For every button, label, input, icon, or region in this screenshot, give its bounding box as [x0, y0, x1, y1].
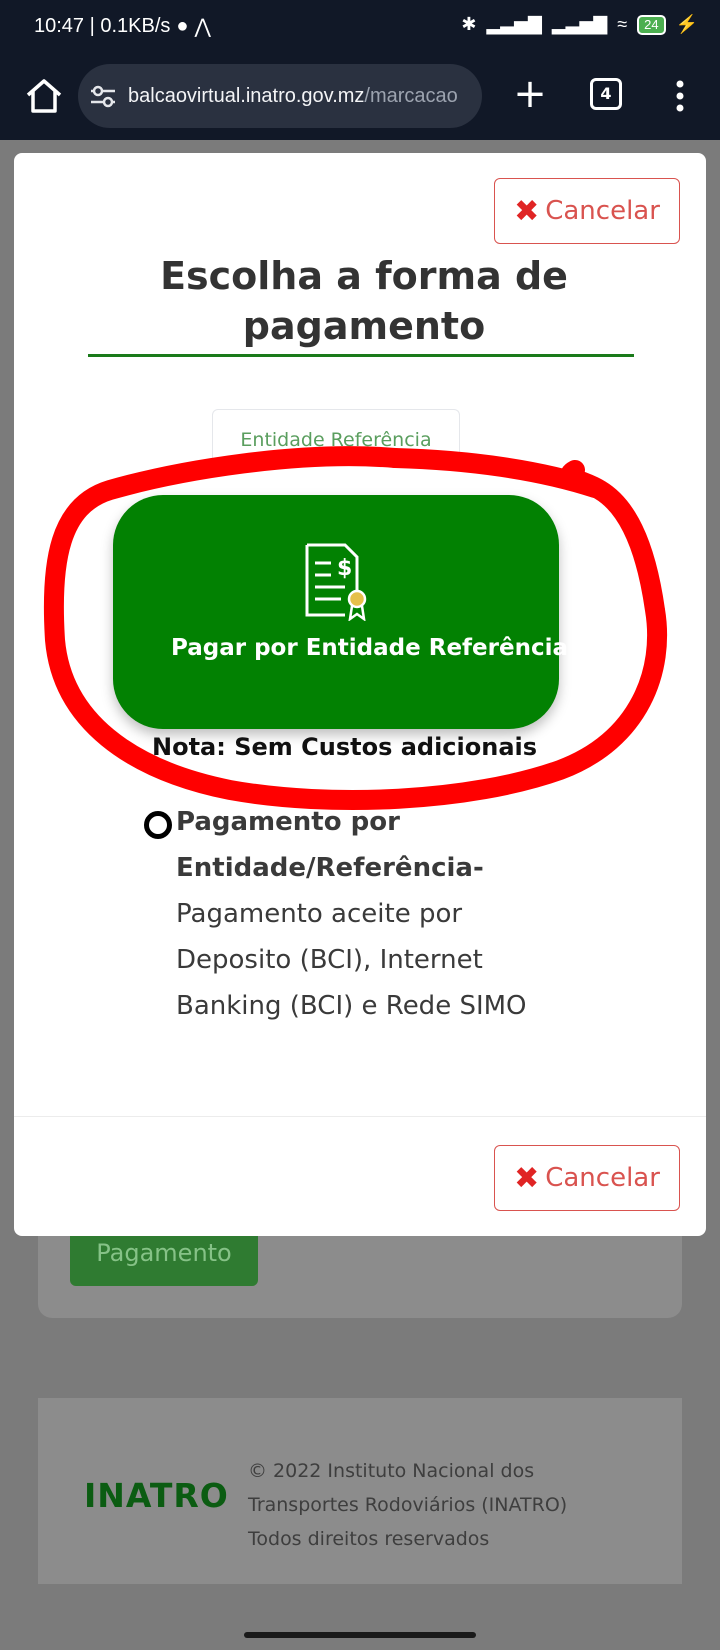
option-desc-line: Pagamento aceite por — [176, 899, 463, 929]
gesture-bar — [244, 1632, 476, 1638]
more-menu-icon[interactable] — [668, 76, 692, 116]
footer-line: Transportes Rodoviários (INATRO) — [248, 1494, 568, 1516]
close-icon: ✖ — [514, 1160, 540, 1196]
option-title-line: Pagamento por — [176, 807, 400, 837]
address-bar[interactable]: balcaovirtual.inatro.gov.mz/marcacao — [78, 64, 482, 128]
url-path: /marcacao — [364, 84, 458, 107]
payment-option-radio[interactable] — [144, 811, 172, 839]
home-icon[interactable] — [22, 74, 66, 118]
browser-toolbar: balcaovirtual.inatro.gov.mz/marcacao + 4 — [0, 56, 720, 140]
site-settings-icon[interactable] — [88, 81, 118, 111]
bluetooth-icon: ✱ — [461, 14, 477, 34]
note-text: Nota: Sem Custos adicionais — [152, 733, 538, 761]
option-desc-line: Banking (BCI) e Rede SIMO — [176, 991, 527, 1021]
invoice-icon: $ — [305, 543, 367, 621]
charging-icon: ⚡ — [675, 14, 698, 34]
tab-entidade-referencia[interactable]: Entidade Referência — [212, 409, 460, 470]
modal-title-line: pagamento — [242, 304, 486, 348]
cancel-button-top[interactable]: ✖ Cancelar — [494, 178, 680, 244]
status-bar: 10:47 | 0.1KB/s ● ⋀ ✱ ▂▃▅▇ ▂▃▅▇ ≈ 24 ⚡ — [0, 0, 720, 56]
footer-text: © 2022 Instituto Nacional dos Transporte… — [248, 1454, 668, 1556]
url-host: balcaovirtual.inatro.gov.mz — [128, 84, 365, 107]
inatro-logo: INATRO — [84, 1476, 229, 1515]
cancel-label: Cancelar — [545, 1163, 660, 1193]
signal-arrow-icon: ⋀ — [194, 16, 211, 38]
page-footer: INATRO © 2022 Instituto Nacional dos Tra… — [38, 1398, 682, 1584]
tab-switcher-button[interactable]: 4 — [590, 78, 622, 110]
cell-signal-icon: ▂▃▅▇ — [486, 14, 542, 34]
wifi-icon: ≈ — [617, 14, 628, 34]
svg-text:$: $ — [337, 556, 352, 581]
payment-modal: ✖ Cancelar Escolha a forma de pagamento … — [14, 153, 706, 1236]
status-left: 10:47 | 0.1KB/s ● ⋀ — [34, 14, 211, 39]
footer-line: Todos direitos reservados — [248, 1528, 490, 1550]
option-desc-line: Deposito (BCI), Internet — [176, 945, 483, 975]
new-tab-button[interactable]: + — [508, 74, 552, 118]
cancel-button-bottom[interactable]: ✖ Cancelar — [494, 1145, 680, 1211]
cancel-label: Cancelar — [545, 196, 660, 226]
battery-icon: 24 — [637, 14, 666, 35]
close-icon: ✖ — [514, 193, 540, 229]
modal-footer-divider — [14, 1116, 706, 1117]
option-title-line: Entidade/Referência- — [176, 853, 484, 883]
card-label: Pagar por Entidade Referência — [171, 635, 568, 661]
chat-icon: ● — [176, 15, 189, 37]
status-time: 10:47 | 0.1KB/s — [34, 15, 171, 37]
title-underline — [88, 354, 634, 357]
cell-signal-2-icon: ▂▃▅▇ — [551, 14, 608, 34]
payment-option-description: Pagamento por Entidade/Referência- Pagam… — [176, 799, 576, 1029]
pay-by-reference-button[interactable]: $ Pagar por Entidade Referência — [113, 495, 568, 729]
modal-title: Escolha a forma de pagamento — [84, 251, 644, 351]
status-right: ✱ ▂▃▅▇ ▂▃▅▇ ≈ 24 ⚡ — [461, 14, 698, 35]
footer-line: © 2022 Instituto Nacional dos — [248, 1460, 535, 1482]
modal-title-line: Escolha a forma de — [160, 254, 568, 298]
